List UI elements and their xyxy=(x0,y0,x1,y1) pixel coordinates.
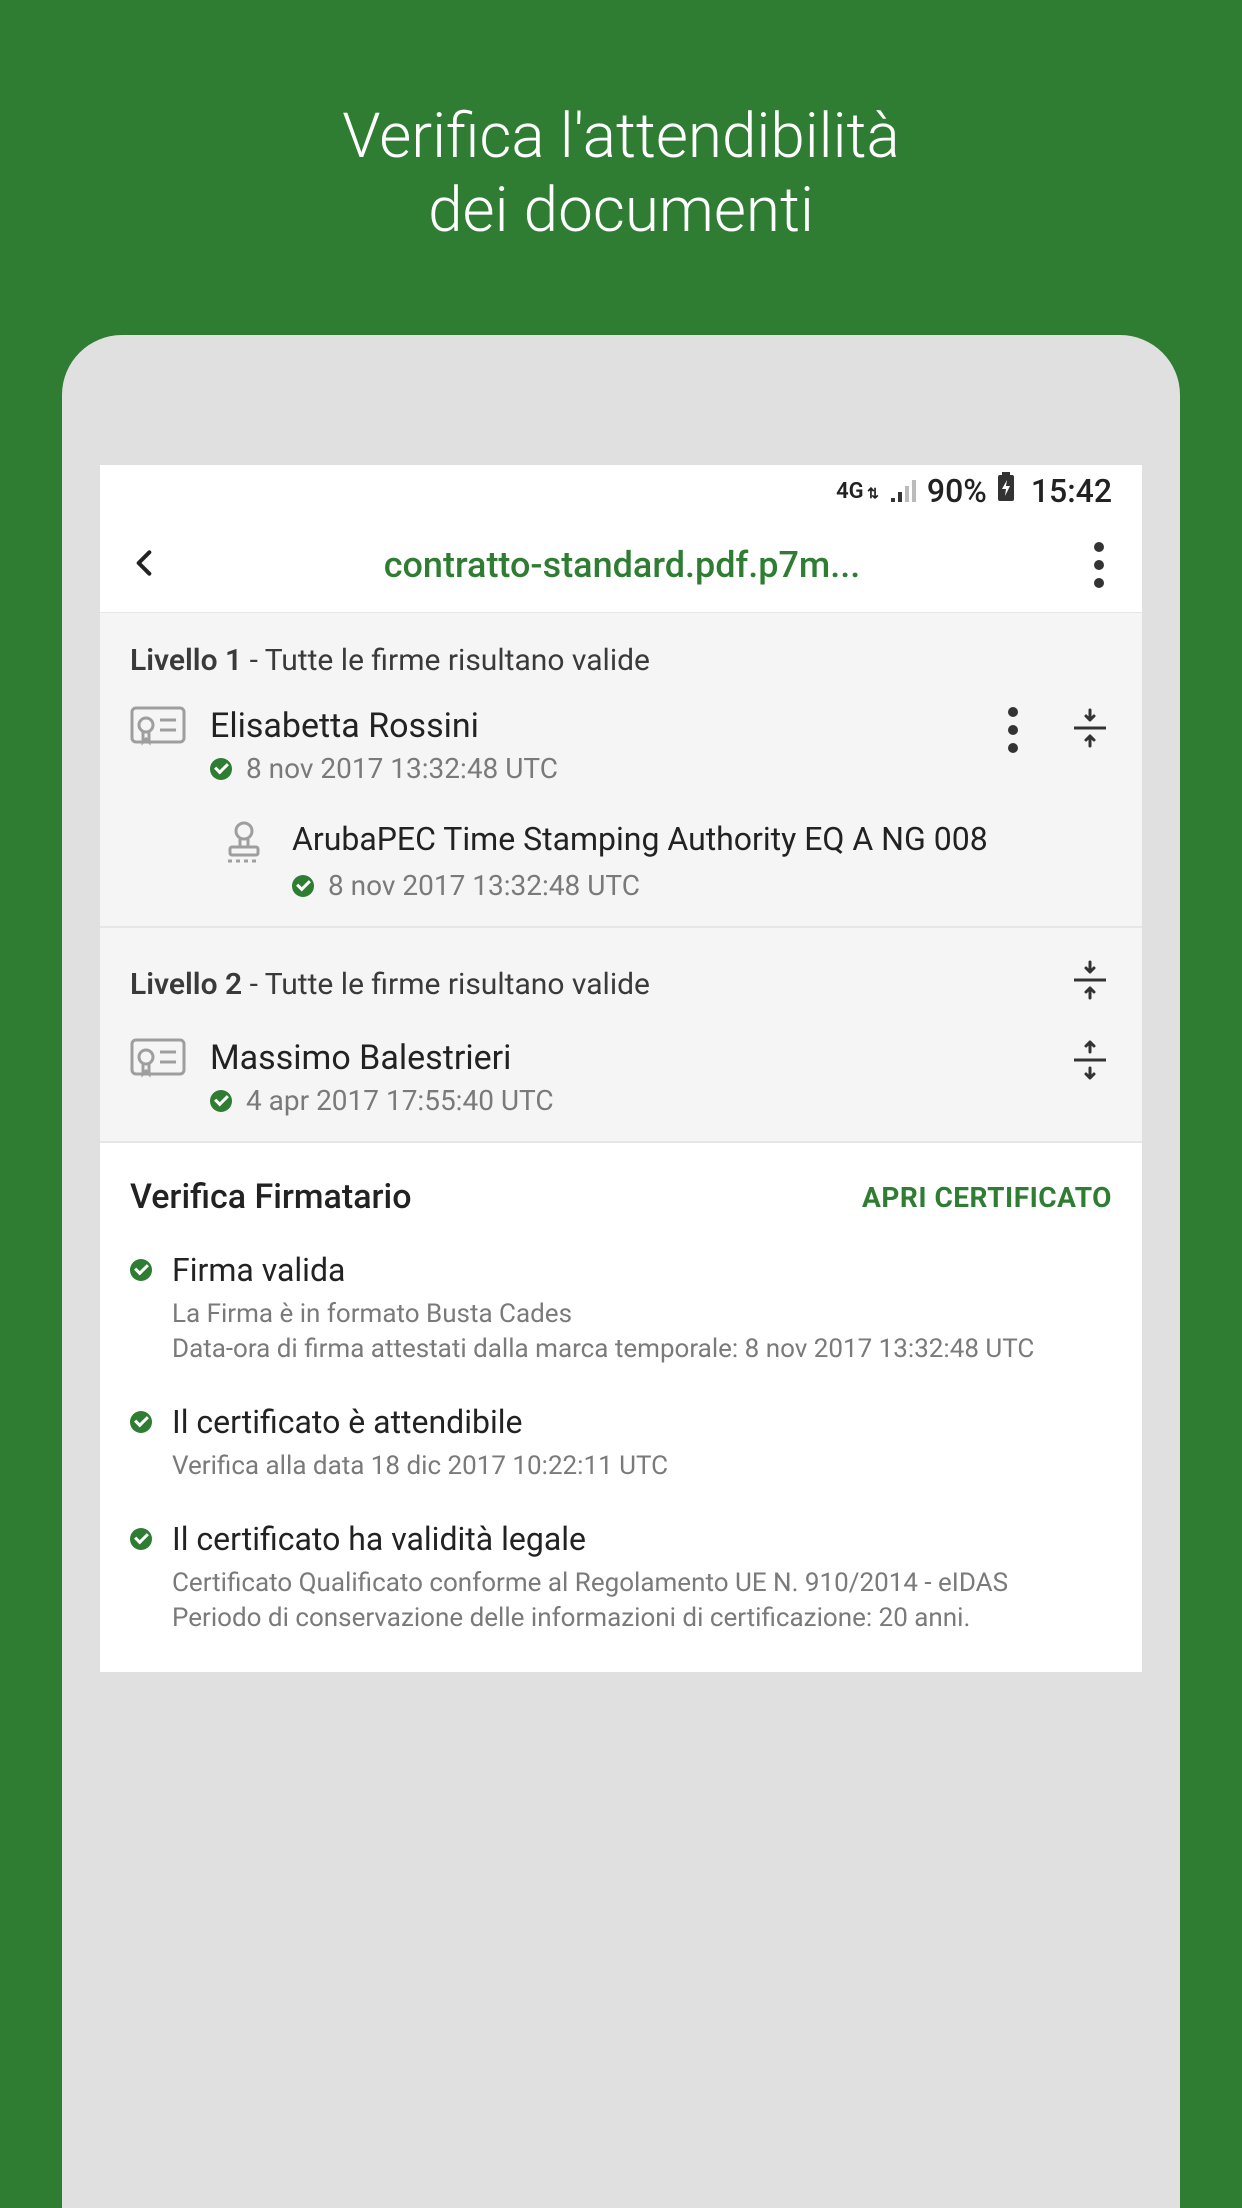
back-icon[interactable] xyxy=(128,547,160,583)
check-icon xyxy=(130,1259,152,1281)
verify-item-desc: Verifica alla data 18 dic 2017 10:22:11 … xyxy=(172,1449,1112,1484)
verify-item-title: Firma valida xyxy=(172,1251,1112,1289)
signer-date: 8 nov 2017 13:32:48 UTC xyxy=(246,752,558,785)
document-title: contratto-standard.pdf.p7m... xyxy=(160,544,1084,586)
level-header: Livello 1 - Tutte le firme risultano val… xyxy=(130,643,1112,678)
verify-item: Il certificato ha validità legale Certif… xyxy=(130,1520,1112,1636)
timestamp-authority-row[interactable]: ArubaPEC Time Stamping Authority EQ A NG… xyxy=(220,819,1112,902)
more-icon[interactable] xyxy=(1084,542,1114,588)
more-icon[interactable] xyxy=(998,707,1028,753)
device-frame: 4G ⇅ 90% 15:42 contratto-standard.pdf.p7… xyxy=(62,335,1180,2208)
check-icon xyxy=(210,758,232,780)
battery-icon xyxy=(997,472,1015,510)
collapse-icon[interactable] xyxy=(1068,706,1112,754)
verify-item: Firma valida La Firma è in formato Busta… xyxy=(130,1251,1112,1367)
signature-level-1: Livello 1 - Tutte le firme risultano val… xyxy=(100,613,1142,928)
level-label-rest: - Tutte le firme risultano valide xyxy=(242,967,650,1002)
promo-line1: Verifica l'attendibilità xyxy=(0,100,1242,174)
level-label-bold: Livello 2 xyxy=(130,967,242,1002)
promo-line2: dei documenti xyxy=(0,174,1242,248)
check-icon xyxy=(130,1528,152,1550)
verify-item-desc: Certificato Qualificato conforme al Rego… xyxy=(172,1566,1112,1636)
stamp-icon xyxy=(220,819,268,871)
level-label-rest: - Tutte le firme risultano valide xyxy=(242,643,650,678)
verify-panel: Verifica Firmatario APRI CERTIFICATO Fir… xyxy=(100,1143,1142,1636)
check-icon xyxy=(292,875,314,897)
app-bar: contratto-standard.pdf.p7m... xyxy=(100,517,1142,613)
verify-item-title: Il certificato ha validità legale xyxy=(172,1520,1112,1558)
signer-name: Massimo Balestrieri xyxy=(210,1038,1044,1078)
signature-level-2: Livello 2 - Tutte le firme risultano val… xyxy=(100,928,1142,1143)
check-icon xyxy=(210,1090,232,1112)
level-header: Livello 2 - Tutte le firme risultano val… xyxy=(130,958,1112,1010)
promo-title: Verifica l'attendibilità dei documenti xyxy=(0,0,1242,249)
signer-date: 4 apr 2017 17:55:40 UTC xyxy=(246,1084,554,1117)
status-bar: 4G ⇅ 90% 15:42 xyxy=(100,465,1142,517)
battery-percent: 90% xyxy=(927,472,987,510)
tsa-name: ArubaPEC Time Stamping Authority EQ A NG… xyxy=(292,819,1112,859)
signal-icon xyxy=(889,472,917,510)
network-icon: 4G ⇅ xyxy=(836,479,879,504)
screen: 4G ⇅ 90% 15:42 contratto-standard.pdf.p7… xyxy=(100,465,1142,1672)
open-certificate-button[interactable]: APRI CERTIFICATO xyxy=(862,1181,1112,1214)
signer-name: Elisabetta Rossini xyxy=(210,706,974,746)
verify-title: Verifica Firmatario xyxy=(130,1177,412,1217)
verify-item: Il certificato è attendibile Verifica al… xyxy=(130,1403,1112,1484)
clock: 15:42 xyxy=(1031,472,1112,510)
verify-item-desc: La Firma è in formato Busta CadesData-or… xyxy=(172,1297,1112,1367)
certificate-icon xyxy=(130,706,186,754)
level-label-bold: Livello 1 xyxy=(130,643,242,678)
check-icon xyxy=(130,1411,152,1433)
expand-icon[interactable] xyxy=(1068,1038,1112,1086)
signer-row[interactable]: Elisabetta Rossini 8 nov 2017 13:32:48 U… xyxy=(130,706,1112,785)
signer-row[interactable]: Massimo Balestrieri 4 apr 2017 17:55:40 … xyxy=(130,1038,1112,1117)
collapse-icon[interactable] xyxy=(1068,958,1112,1010)
certificate-icon xyxy=(130,1038,186,1086)
tsa-date: 8 nov 2017 13:32:48 UTC xyxy=(328,869,640,902)
verify-item-title: Il certificato è attendibile xyxy=(172,1403,1112,1441)
